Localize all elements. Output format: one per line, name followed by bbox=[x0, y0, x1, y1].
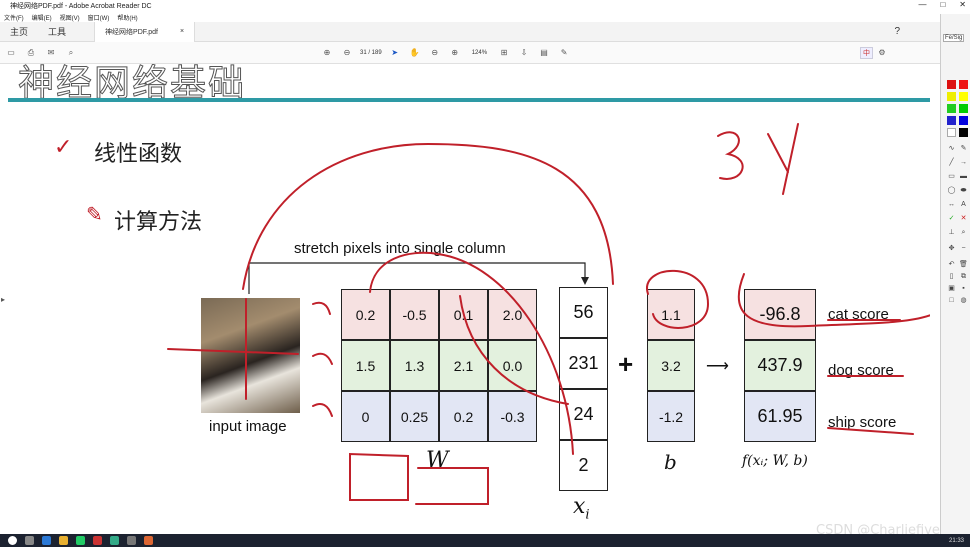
annotation-layer bbox=[167, 123, 930, 505]
filled-rect-icon[interactable]: ▬ bbox=[959, 172, 968, 181]
menu-bar: 文件(F) 编辑(E) 视图(V) 窗口(W) 帮助(H) bbox=[0, 12, 970, 22]
ink-circle bbox=[646, 269, 710, 329]
checkmark-icon[interactable]: ✓ bbox=[947, 214, 956, 223]
filled-ellipse-icon[interactable]: ⬬ bbox=[959, 186, 968, 195]
acrobat-icon[interactable] bbox=[93, 536, 102, 545]
color-black-swatch[interactable] bbox=[959, 128, 968, 137]
move-icon[interactable]: ✥ bbox=[947, 244, 956, 253]
connector-arrowhead bbox=[581, 277, 589, 285]
rect-tool-icon[interactable]: ▭ bbox=[947, 172, 956, 181]
close-button[interactable]: ✕ bbox=[959, 0, 966, 9]
tab-close-icon[interactable]: × bbox=[180, 28, 184, 35]
pencil-tool-icon[interactable]: ✎ bbox=[959, 144, 968, 153]
page-indicator[interactable]: 31 / 189 bbox=[360, 50, 382, 56]
tab-tools[interactable]: 工具 bbox=[38, 25, 76, 38]
taskbar-app-icon[interactable] bbox=[144, 536, 153, 545]
explorer-icon[interactable] bbox=[59, 536, 68, 545]
color-green-swatch[interactable] bbox=[947, 104, 956, 113]
ink-arc bbox=[242, 142, 614, 290]
title-bar: 神经网络PDF.pdf - Adobe Acrobat Reader DC — … bbox=[0, 0, 970, 12]
double-arrow-icon[interactable]: ↔ bbox=[947, 200, 956, 209]
ink-hline bbox=[167, 348, 299, 355]
ellipse-tool-icon[interactable]: ◯ bbox=[947, 186, 956, 195]
magnifier-icon[interactable]: ⌕ bbox=[959, 228, 968, 237]
color-green2-swatch[interactable] bbox=[959, 104, 968, 113]
color-blue-swatch[interactable] bbox=[947, 116, 956, 125]
help-icon[interactable]: ? bbox=[894, 26, 900, 37]
tab-document[interactable]: 神经网络PDF.pdf × bbox=[94, 21, 196, 42]
system-clock: 21:33 bbox=[948, 537, 964, 544]
ink-loop bbox=[737, 273, 930, 328]
ruler-icon[interactable]: ⊥ bbox=[947, 228, 956, 237]
maximize-button[interactable]: □ bbox=[940, 0, 945, 9]
taskbar: 21:33 bbox=[0, 534, 970, 547]
ink-scribble bbox=[717, 123, 799, 195]
page-icon[interactable]: ▯ bbox=[947, 272, 956, 281]
globe-icon[interactable]: ◍ bbox=[959, 296, 968, 305]
left-pane-toggle-icon[interactable]: ▸ bbox=[1, 295, 5, 304]
minimize-button[interactable]: — bbox=[918, 0, 926, 9]
text-tool-icon[interactable]: A bbox=[959, 200, 968, 209]
arrow-tool-icon[interactable]: → bbox=[959, 158, 968, 167]
image-icon[interactable]: ▣ bbox=[947, 284, 956, 293]
trash-icon[interactable]: 🗑 bbox=[959, 260, 968, 269]
menu-help[interactable]: 帮助(H) bbox=[117, 13, 137, 22]
pdf-page: 神经网络基础 ✓ 线性函数 ✎ 计算方法 stretch pixels into… bbox=[8, 64, 930, 534]
email-icon[interactable]: ✉ bbox=[44, 46, 58, 60]
taskbar-app-icon[interactable] bbox=[25, 536, 34, 545]
line-tool-icon[interactable]: ╱ bbox=[947, 158, 956, 167]
taskbar-app-icon[interactable] bbox=[110, 536, 119, 545]
save-icon[interactable]: ▭ bbox=[4, 46, 18, 60]
ink-boxes bbox=[349, 452, 489, 505]
window-title: 神经网络PDF.pdf - Adobe Acrobat Reader DC bbox=[10, 3, 152, 10]
ink-underlines bbox=[827, 319, 914, 435]
tab-document-label: 神经网络PDF.pdf bbox=[105, 28, 158, 36]
color-yellow2-swatch[interactable] bbox=[959, 92, 968, 101]
cross-icon[interactable]: ✕ bbox=[959, 214, 968, 223]
palette-header[interactable]: Fe/Sig bbox=[943, 34, 965, 42]
comment-icon[interactable]: ▤ bbox=[537, 46, 551, 60]
menu-view[interactable]: 视图(V) bbox=[60, 13, 80, 22]
page-down-icon[interactable]: ⊖ bbox=[340, 46, 354, 60]
page-up-icon[interactable]: ⊕ bbox=[320, 46, 334, 60]
screen-icon[interactable]: □ bbox=[947, 296, 956, 305]
save-icon[interactable]: ▪ bbox=[959, 284, 968, 293]
copy-icon[interactable]: ⧉ bbox=[959, 272, 968, 281]
select-cursor-icon[interactable]: ➤ bbox=[388, 46, 402, 60]
zoom-level[interactable]: 124% bbox=[468, 50, 491, 56]
color-blue2-swatch[interactable] bbox=[959, 116, 968, 125]
ink-w-marks bbox=[312, 301, 333, 417]
sign-icon[interactable]: ✎ bbox=[557, 46, 571, 60]
color-red-swatch[interactable] bbox=[947, 80, 956, 89]
menu-edit[interactable]: 编辑(E) bbox=[32, 13, 52, 22]
print-icon[interactable]: ⎙ bbox=[24, 46, 38, 60]
tab-bar: 主页 工具 神经网络PDF.pdf × ? bbox=[0, 21, 940, 42]
menu-window[interactable]: 窗口(W) bbox=[88, 13, 110, 22]
search-icon[interactable]: ⌕ bbox=[64, 46, 78, 60]
pen-tool-icon[interactable]: ∿ bbox=[947, 144, 956, 153]
toolbar: ▭ ⎙ ✉ ⌕ ⊕ ⊖ 31 / 189 ➤ ✋ ⊖ ⊕ 124% ⊞ ⇩ ▤ … bbox=[0, 42, 940, 64]
menu-file[interactable]: 文件(F) bbox=[4, 13, 24, 22]
ink-curve bbox=[369, 251, 574, 455]
ink-curve bbox=[459, 295, 569, 405]
stretch-connector bbox=[248, 262, 586, 294]
color-yellow-swatch[interactable] bbox=[947, 92, 956, 101]
ime-indicator[interactable]: 中 bbox=[860, 46, 873, 59]
hand-tool-icon[interactable]: ✋ bbox=[408, 46, 422, 60]
taskbar-app-icon[interactable] bbox=[76, 536, 85, 545]
zoom-out-icon[interactable]: ⊖ bbox=[428, 46, 442, 60]
ime-settings-icon[interactable]: ⚙ bbox=[875, 46, 889, 60]
taskbar-app-icon[interactable] bbox=[127, 536, 136, 545]
undo-icon[interactable]: ↶ bbox=[947, 260, 956, 269]
annotation-palette: Fe/Sig ∿ ✎ ╱ → ▭ ▬ ◯ ⬬ ↔ A ✓ ✕ ⊥ ⌕ ✥ − ↶… bbox=[940, 14, 970, 534]
start-icon[interactable] bbox=[8, 536, 17, 545]
color-red2-swatch[interactable] bbox=[959, 80, 968, 89]
fit-page-icon[interactable]: ⊞ bbox=[497, 46, 511, 60]
color-white-swatch[interactable] bbox=[947, 128, 956, 137]
zoom-in-icon[interactable]: ⊕ bbox=[448, 46, 462, 60]
edge-icon[interactable] bbox=[42, 536, 51, 545]
minus-icon[interactable]: − bbox=[959, 244, 968, 253]
scroll-mode-icon[interactable]: ⇩ bbox=[517, 46, 531, 60]
tab-home[interactable]: 主页 bbox=[0, 25, 38, 38]
